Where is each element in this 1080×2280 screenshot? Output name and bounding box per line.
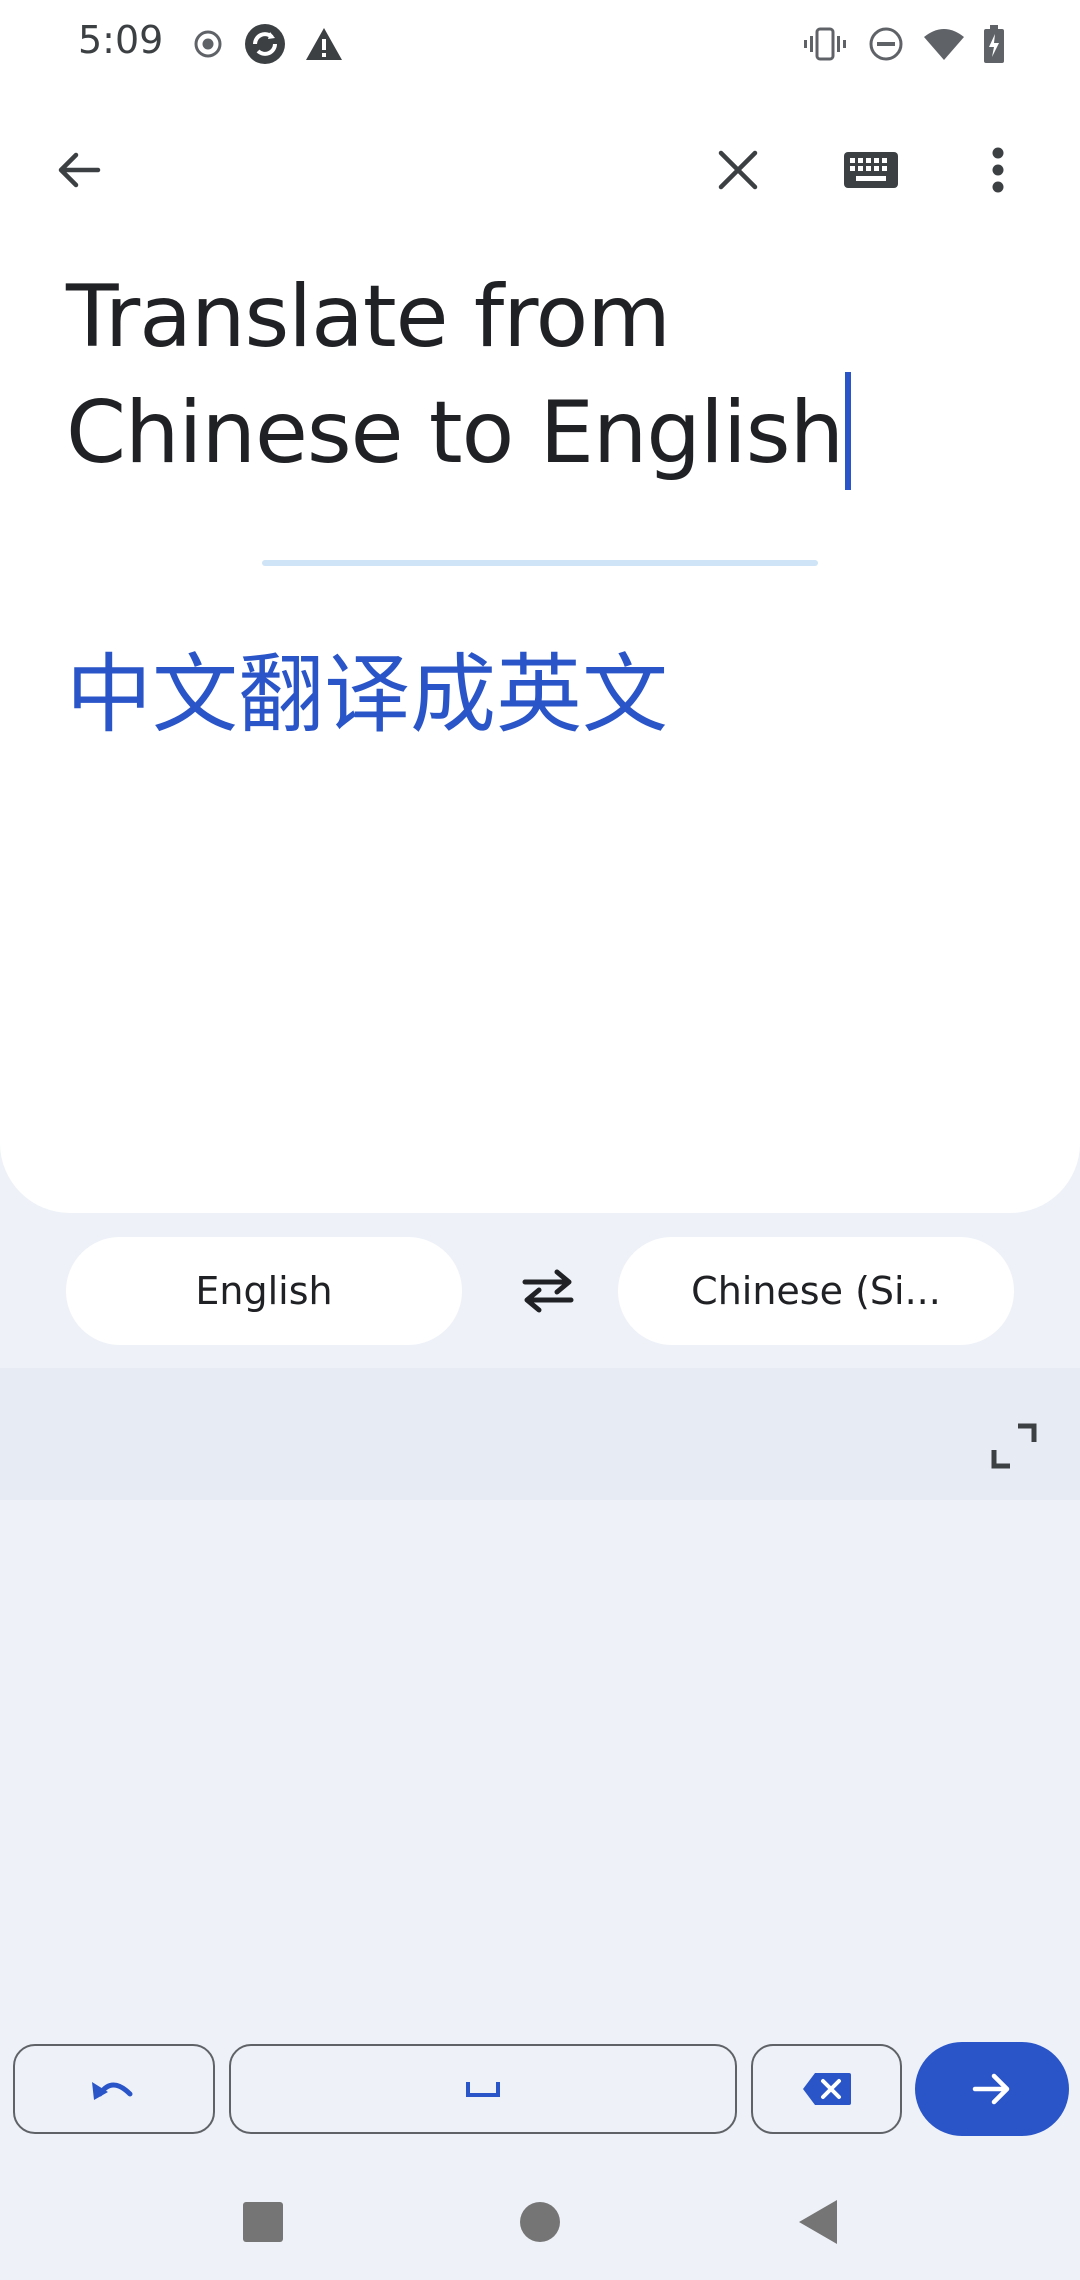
warning-icon bbox=[302, 22, 346, 66]
arrow-back-icon bbox=[58, 152, 101, 188]
more-options-button[interactable] bbox=[950, 122, 1046, 218]
expand-button[interactable] bbox=[966, 1398, 1062, 1494]
square-icon bbox=[243, 2202, 283, 2242]
nav-back-button[interactable] bbox=[768, 2172, 868, 2272]
undo-button[interactable] bbox=[13, 2044, 215, 2134]
recents-button[interactable] bbox=[213, 2172, 313, 2272]
vibrate-icon bbox=[802, 22, 848, 66]
battery-charging-icon bbox=[976, 22, 1012, 66]
close-icon bbox=[718, 150, 758, 190]
undo-icon bbox=[92, 2082, 133, 2100]
source-text: Translate from Chinese to English bbox=[66, 267, 844, 483]
enter-button[interactable] bbox=[915, 2042, 1069, 2136]
translation-output[interactable]: 中文翻译成英文 bbox=[66, 640, 668, 750]
backspace-key[interactable] bbox=[751, 2044, 902, 2134]
wifi-icon bbox=[920, 22, 968, 66]
sync-icon bbox=[240, 22, 290, 66]
source-language-button[interactable]: English bbox=[66, 1237, 462, 1345]
expand-icon bbox=[991, 1423, 1037, 1469]
text-caret bbox=[845, 372, 852, 490]
handwriting-canvas[interactable] bbox=[0, 1500, 1080, 2030]
do-not-disturb-icon bbox=[864, 22, 908, 66]
keyboard-icon bbox=[844, 152, 898, 188]
divider bbox=[262, 560, 818, 566]
backspace-icon bbox=[802, 2073, 851, 2105]
circle-icon bbox=[520, 2202, 560, 2242]
handwriting-toolbar bbox=[0, 1368, 1080, 1500]
more-vert-icon bbox=[992, 147, 1004, 193]
clear-button[interactable] bbox=[690, 122, 786, 218]
arrow-forward-icon bbox=[972, 2073, 1010, 2105]
back-button[interactable] bbox=[30, 122, 126, 218]
swap-languages-button[interactable] bbox=[500, 1243, 596, 1339]
triangle-back-icon bbox=[799, 2200, 837, 2244]
status-time: 5:09 bbox=[78, 18, 164, 62]
home-button[interactable] bbox=[490, 2172, 590, 2272]
space-bar-icon bbox=[466, 2082, 500, 2097]
record-icon bbox=[186, 22, 230, 66]
target-language-button[interactable]: Chinese (Si... bbox=[618, 1237, 1014, 1345]
source-text-input[interactable]: Translate from Chinese to English bbox=[66, 262, 1026, 490]
swap-horiz-icon bbox=[522, 1269, 574, 1313]
keyboard-button[interactable] bbox=[823, 122, 919, 218]
space-key[interactable] bbox=[229, 2044, 737, 2134]
